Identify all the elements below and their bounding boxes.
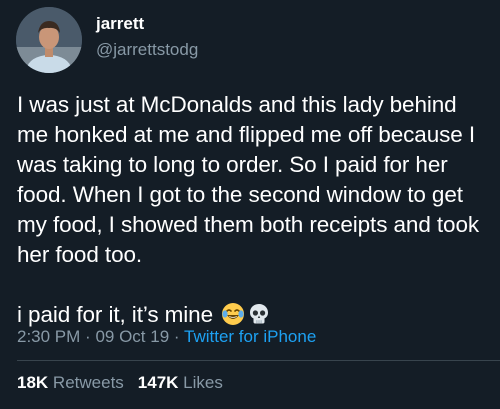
tweet-paragraph-text: i paid for it, it’s mine bbox=[17, 302, 214, 327]
tweet-text: I was just at McDonalds and this lady be… bbox=[17, 90, 492, 330]
avatar[interactable] bbox=[16, 7, 82, 73]
retweets-label: Retweets bbox=[52, 373, 124, 392]
meta-separator: · bbox=[173, 327, 180, 346]
tweet-card: jarrett @jarrettstodg I was just at McDo… bbox=[0, 0, 500, 409]
retweets-stat[interactable]: 18K Retweets bbox=[17, 373, 124, 392]
display-name[interactable]: jarrett bbox=[96, 14, 144, 34]
divider bbox=[17, 360, 500, 361]
likes-label: Likes bbox=[183, 373, 223, 392]
likes-count: 147K bbox=[137, 373, 179, 392]
user-handle[interactable]: @jarrettstodg bbox=[96, 40, 198, 60]
tweet-paragraph-second: i paid for it, it’s mine bbox=[17, 300, 492, 330]
meta-separator: · bbox=[85, 327, 91, 346]
tweet-source-link[interactable]: Twitter for iPhone bbox=[184, 327, 316, 346]
tweet-paragraph: I was just at McDonalds and this lady be… bbox=[17, 92, 480, 267]
face-with-tears-of-joy-icon bbox=[222, 303, 245, 325]
retweets-count: 18K bbox=[17, 373, 49, 392]
tweet-time[interactable]: 2:30 PM bbox=[17, 327, 80, 346]
skull-icon bbox=[250, 304, 269, 324]
tweet-date[interactable]: 09 Oct 19 bbox=[95, 327, 169, 346]
tweet-stats: 18K Retweets 147K Likes bbox=[17, 373, 223, 393]
likes-stat[interactable]: 147K Likes bbox=[138, 373, 223, 392]
tweet-metadata: 2:30 PM · 09 Oct 19 · Twitter for iPhone bbox=[17, 327, 316, 347]
profile-photo-icon bbox=[16, 7, 82, 73]
